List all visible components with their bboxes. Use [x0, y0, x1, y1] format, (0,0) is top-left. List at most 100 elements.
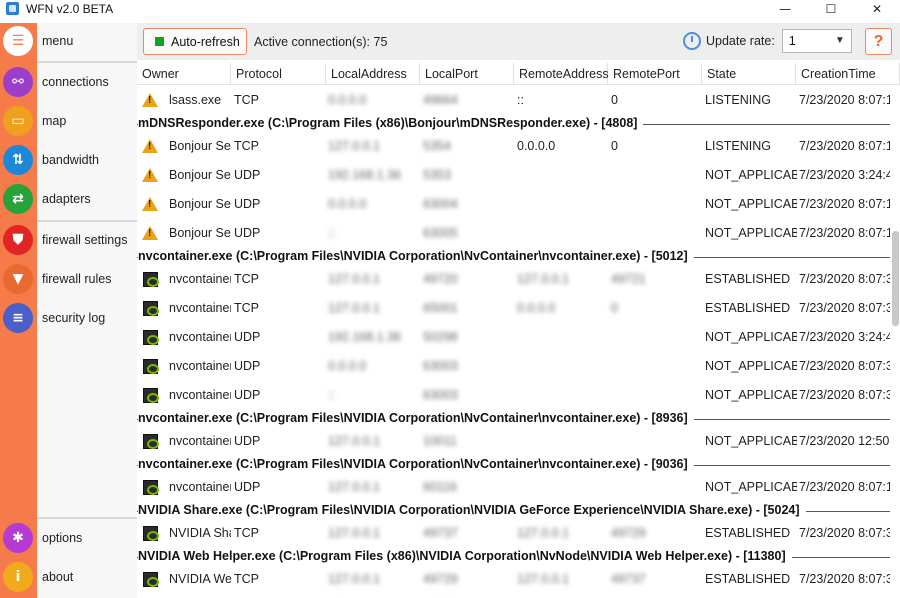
process-group-label: mDNSResponder.exe (C:\Program Files (x86… — [138, 115, 644, 132]
cell-owner: Bonjour Ser — [169, 226, 231, 240]
cell-local-address: 0.0.0.0 — [328, 359, 367, 373]
process-group-header[interactable]: nvcontainer.exe (C:\Program Files\NVIDIA… — [137, 456, 900, 473]
table-row[interactable]: Bonjour SerTCP 127.0.0.1 5354 0.0.0.0 0 LISTE… — [137, 132, 900, 161]
process-group-header[interactable]: nvcontainer.exe (C:\Program Files\NVIDIA… — [137, 410, 900, 427]
table-row[interactable]: nvcontainer UDP:: 63003 NOT_APPLICABL 7/23/2… — [137, 381, 900, 410]
sidebar-item-label: firewall settings — [42, 233, 128, 247]
cell-remote-port: 49729 — [611, 526, 646, 540]
cell-protocol: UDP — [234, 226, 261, 240]
sidebar-item-adapters[interactable]: ⇄ adapters — [0, 181, 137, 217]
process-group-label: nvcontainer.exe (C:\Program Files\NVIDIA… — [138, 248, 694, 265]
table-row[interactable]: nvcontainer TCP 127.0.0.1 49720 127.0.0.1 497… — [137, 265, 900, 294]
cell-local-port: 63005 — [423, 226, 458, 240]
sidebar-item-options[interactable]: ✱ options — [0, 520, 137, 556]
cell-owner: nvcontainer — [169, 388, 231, 402]
sidebar-item-security-log[interactable]: ≡ security log — [0, 300, 137, 336]
cell-owner: nvcontainer — [169, 301, 231, 315]
sidebar-item-about[interactable]: i about — [0, 559, 137, 595]
table-row[interactable]: NVIDIA WeUDP 127.0.0.1 49728 NOT_APPLICABL7… — [137, 594, 900, 598]
update-rate-select[interactable]: 1 ▼ — [781, 29, 852, 53]
nvidia-icon — [143, 330, 159, 345]
warning-icon — [142, 226, 158, 240]
shield-icon: ⛊ — [3, 225, 33, 255]
sidebar-item-firewall-rules[interactable]: ▼ firewall rules — [0, 261, 137, 297]
update-rate-group: Update rate: 1 ▼ — [683, 29, 852, 53]
nvidia-icon — [143, 388, 159, 403]
cell-protocol: TCP — [234, 139, 259, 153]
column-header[interactable]: CreationTime — [796, 63, 900, 85]
table-row[interactable]: nvcontainer UDP 127.0.0.1 60116 NOT_APPLICAB… — [137, 473, 900, 502]
process-group-header[interactable]: NVIDIA Share.exe (C:\Program Files\NVIDI… — [137, 502, 900, 519]
table-row[interactable]: Bonjour SerUDP 0.0.0.0 63004 NOT_APPLICABL7… — [137, 190, 900, 219]
cell-remote-port: 0 — [611, 93, 618, 107]
sidebar-item-bandwidth[interactable]: ⇅ bandwidth — [0, 142, 137, 178]
cell-remote-port: 49721 — [611, 272, 646, 286]
table-row[interactable]: NVIDIA We TCP 127.0.0.1 49729 127.0.0.1 49737… — [137, 565, 900, 594]
cell-state: NOT_APPLICABL — [705, 330, 797, 344]
minimize-button[interactable]: — — [762, 0, 808, 17]
update-rate-value: 1 — [788, 34, 796, 48]
help-button[interactable]: ? — [865, 28, 892, 55]
cell-local-address: 127.0.0.1 — [328, 139, 381, 153]
cell-remote-address — [517, 473, 607, 502]
process-group-header[interactable]: mDNSResponder.exe (C:\Program Files (x86… — [137, 115, 900, 132]
table-row[interactable]: nvcontainer UDP 192.168.1.36 50298 NOT_APPLI… — [137, 323, 900, 352]
process-group-header[interactable]: NVIDIA Web Helper.exe (C:\Program Files … — [137, 548, 900, 565]
nvidia-icon — [143, 480, 159, 495]
table-row[interactable]: NVIDIA SharTCP 127.0.0.1 49737 127.0.0.1 497… — [137, 519, 900, 548]
connections-icon: ⚯ — [3, 67, 33, 97]
cell-protocol: TCP — [234, 526, 259, 540]
cell-local-port: 5353 — [423, 168, 451, 182]
sidebar-item-label: about — [42, 570, 74, 584]
table-row[interactable]: Bonjour SerUDP::63005 NOT_APPLICABL7/23/2… — [137, 219, 900, 248]
cell-local-address: 127.0.0.1 — [328, 572, 381, 586]
scrollbar-thumb[interactable] — [892, 231, 899, 326]
column-header[interactable]: RemotePort — [608, 63, 702, 85]
maximize-button[interactable]: ☐ — [808, 0, 854, 17]
cell-owner: lsass.exe — [169, 93, 222, 107]
info-icon: i — [3, 562, 33, 592]
cell-local-address: 127.0.0.1 — [328, 526, 381, 540]
sidebar-divider — [37, 61, 137, 63]
process-group-header[interactable]: nvcontainer.exe (C:\Program Files\NVIDIA… — [137, 248, 900, 265]
cell-state: NOT_APPLICABL — [705, 168, 797, 182]
cell-local-address: 127.0.0.1 — [328, 434, 381, 448]
cell-creation: 7/23/2020 8:07:3 — [799, 388, 893, 402]
cell-remote-address — [517, 381, 607, 410]
vertical-scrollbar[interactable] — [890, 86, 900, 598]
sidebar-item-map[interactable]: ▭ map — [0, 103, 137, 139]
column-header[interactable]: LocalPort — [420, 63, 514, 85]
column-header[interactable]: LocalAddress — [326, 63, 420, 85]
column-header[interactable]: Protocol — [231, 63, 326, 85]
process-group-label: NVIDIA Share.exe (C:\Program Files\NVIDI… — [138, 502, 806, 519]
table-row[interactable]: nvcontainer UDP 0.0.0.0 63003 NOT_APPLICABL 7… — [137, 352, 900, 381]
table-row[interactable]: nvcontainer UDP 127.0.0.1 10011 NOT_APPLICAB… — [137, 427, 900, 456]
cell-owner: nvcontainer — [169, 434, 231, 448]
cell-creation: 7/23/2020 8:07:1 — [799, 480, 893, 494]
cell-owner: Bonjour Ser — [169, 197, 231, 211]
cell-remote-port — [611, 473, 701, 502]
auto-refresh-button[interactable]: Auto-refresh — [143, 28, 247, 55]
column-header[interactable]: Owner — [137, 63, 231, 85]
cell-creation: 7/23/2020 8:07:3 — [799, 594, 899, 598]
close-button[interactable]: ✕ — [854, 0, 900, 17]
cell-local-port: 49729 — [423, 572, 458, 586]
table-row[interactable]: lsass.exe TCP 0.0.0.0 49664::0 LISTENING 7/23… — [137, 86, 900, 115]
sidebar-item-connections[interactable]: ⚯ connections — [0, 64, 137, 100]
sidebar-item-menu[interactable]: ☰ menu — [0, 23, 137, 59]
log-icon: ≡ — [3, 303, 33, 333]
column-header[interactable]: RemoteAddress — [514, 63, 609, 85]
cell-remote-port — [611, 161, 701, 190]
cell-remote-address — [517, 219, 607, 248]
table-row[interactable]: Bonjour SerUDP 192.168.1.36 5353 NOT_APPLIC… — [137, 161, 900, 190]
cell-local-address: 192.168.1.36 — [328, 330, 401, 344]
cell-remote-address — [517, 190, 607, 219]
sidebar-item-firewall-settings[interactable]: ⛊ firewall settings — [0, 222, 137, 258]
sidebar-item-label: connections — [42, 75, 109, 89]
cell-remote-port: 0 — [611, 139, 618, 153]
column-header[interactable]: State — [702, 63, 796, 85]
cell-owner: nvcontainer — [169, 330, 231, 344]
table-header: Owner Protocol LocalAddress LocalPort Remote… — [137, 63, 900, 85]
table-row[interactable]: nvcontainer TCP 127.0.0.1 65001 0.0.0.0 0 ESTA… — [137, 294, 900, 323]
cell-state: LISTENING — [705, 93, 771, 107]
